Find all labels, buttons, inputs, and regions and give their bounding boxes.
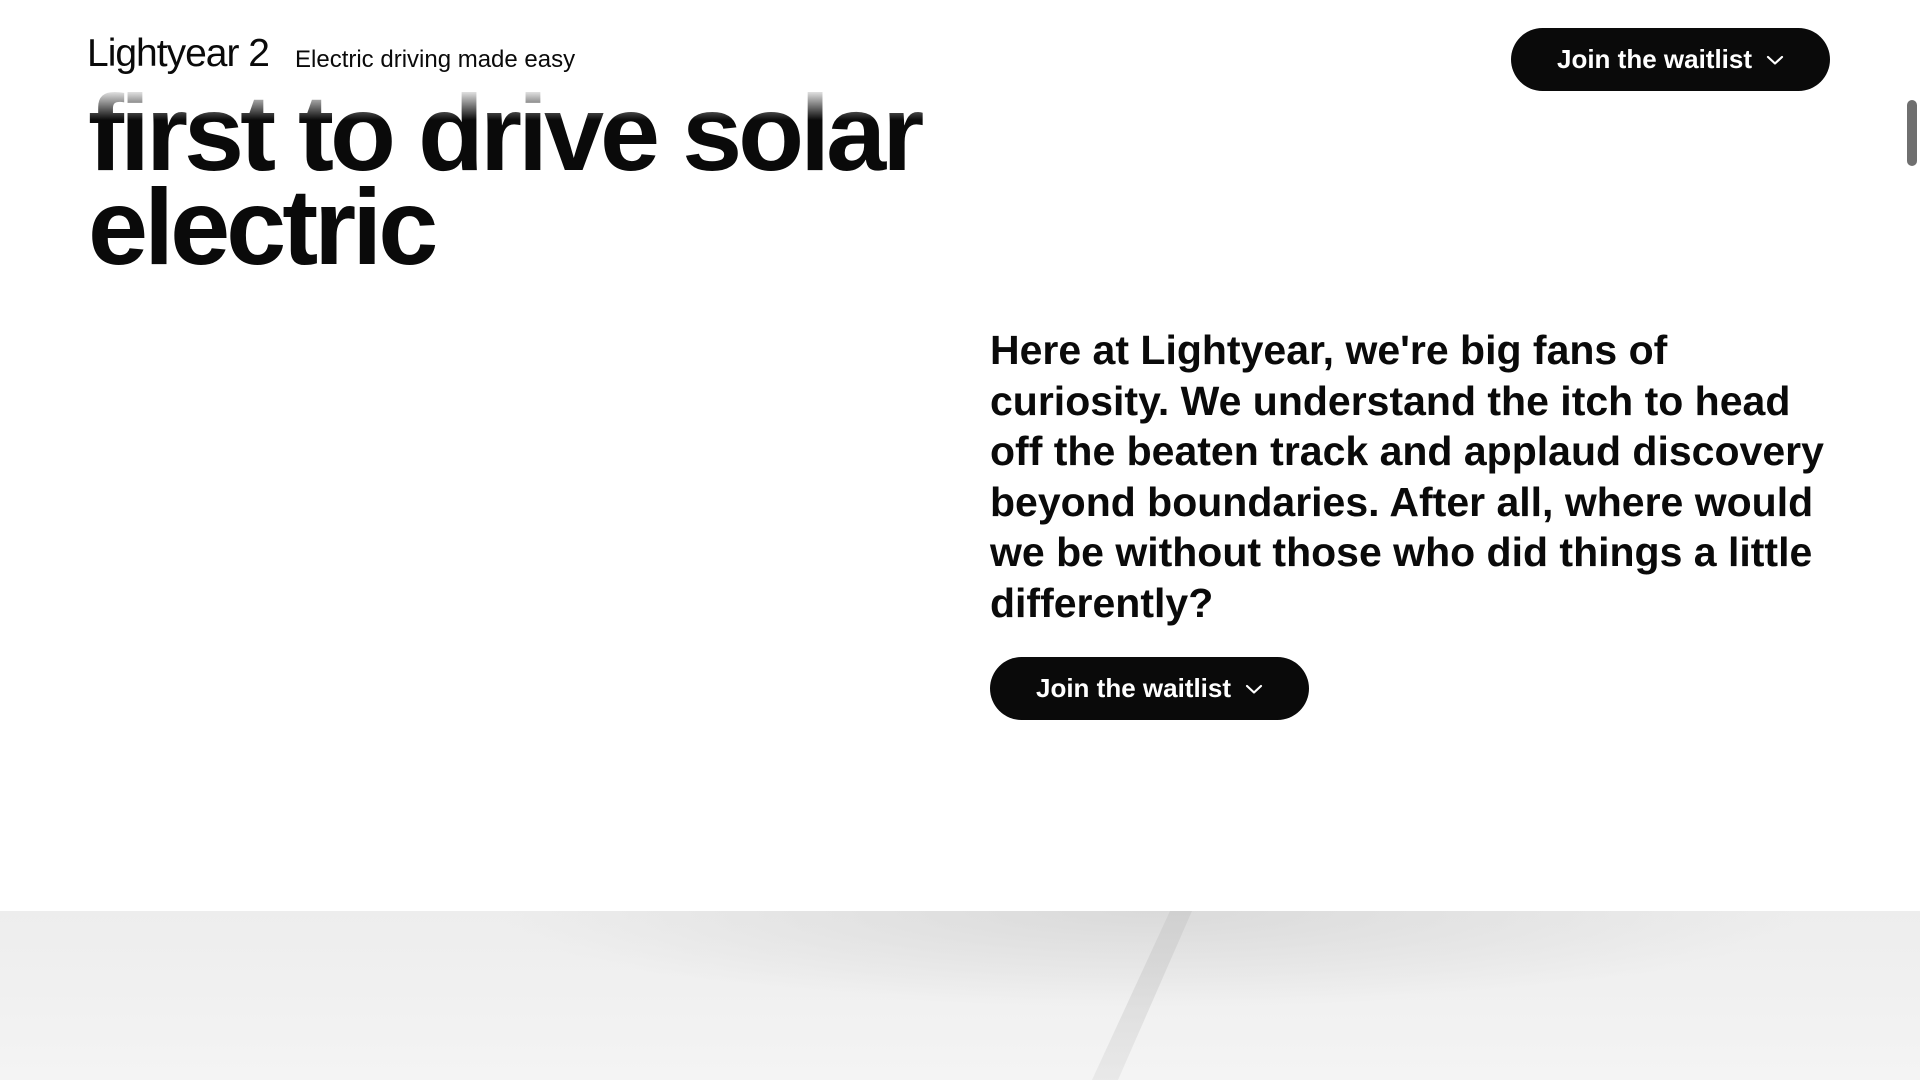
scrollbar-thumb[interactable] — [1907, 100, 1917, 166]
hero-image-graphic — [1092, 911, 1192, 1080]
brand-tagline: Electric driving made easy — [295, 46, 576, 73]
join-waitlist-label: Join the waitlist — [1035, 673, 1232, 703]
nav-join-waitlist-button[interactable]: Join the waitlist — [1511, 28, 1830, 91]
nav-join-waitlist-label: Join the waitlist — [1556, 44, 1753, 74]
hero-title-line-2: electric — [88, 166, 438, 287]
top-nav: Lightyear 2 Electric driving made easy J… — [0, 0, 1920, 120]
join-waitlist-button[interactable]: Join the waitlist — [990, 657, 1309, 720]
brand-logo[interactable]: Lightyear 2 — [87, 32, 270, 76]
chevron-down-icon — [1245, 684, 1263, 694]
hero-image — [0, 911, 1920, 1080]
intro-paragraph: Here at Lightyear, we're big fans of cur… — [990, 327, 1824, 626]
page: first to drive solar electric Lightyear … — [0, 0, 1920, 1080]
chevron-down-icon — [1766, 55, 1784, 65]
